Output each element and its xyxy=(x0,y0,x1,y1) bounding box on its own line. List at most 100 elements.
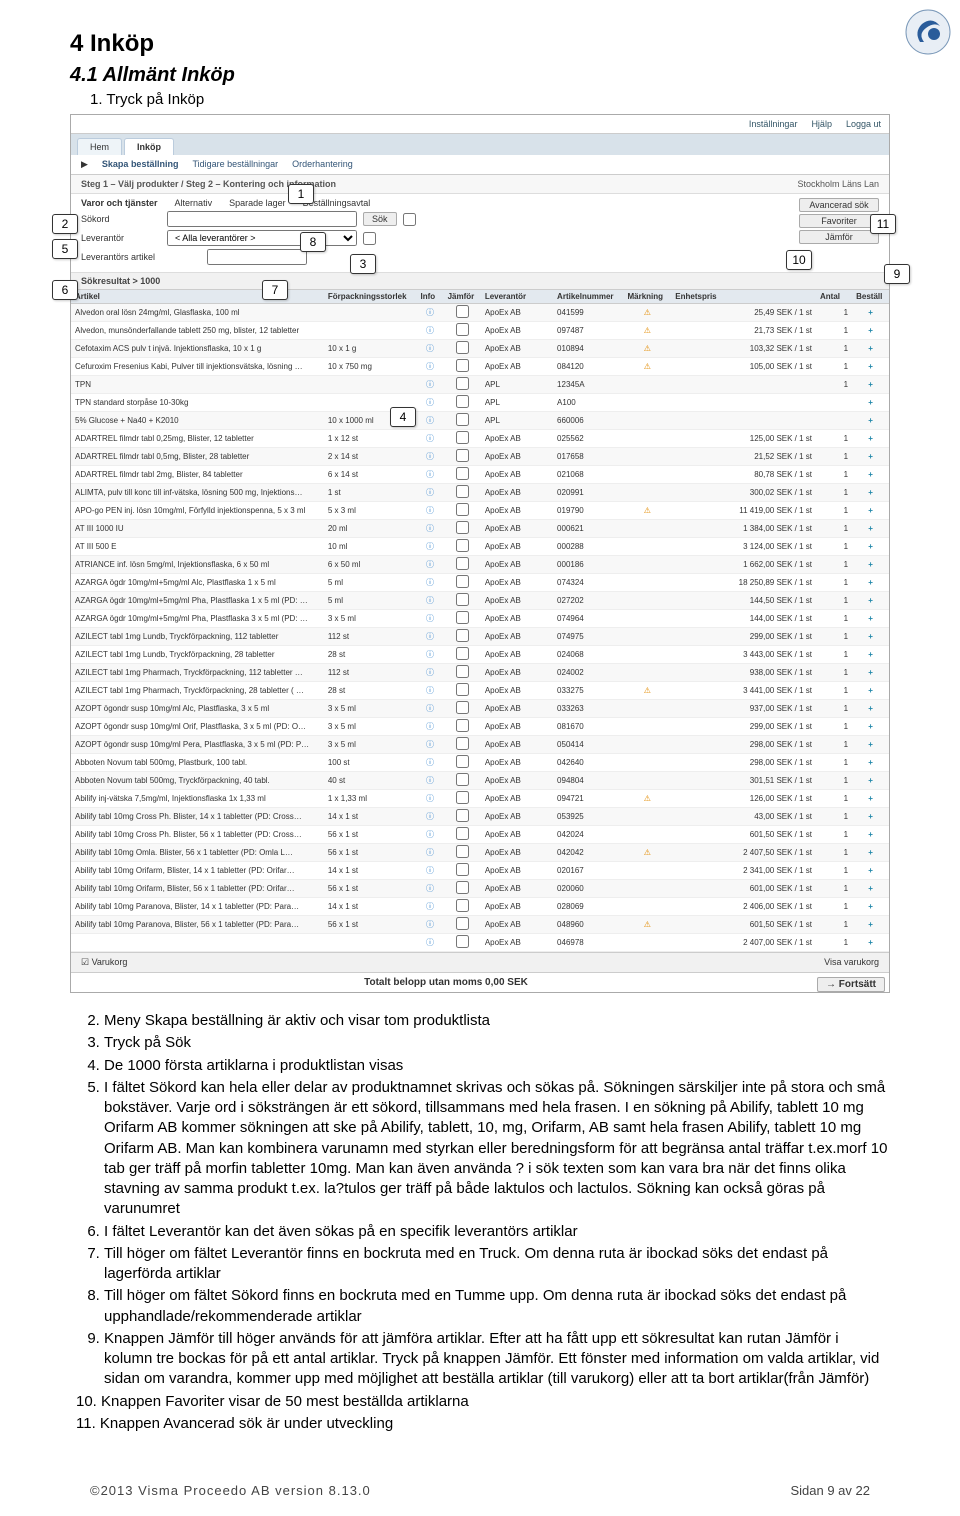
add-icon[interactable]: + xyxy=(852,898,889,916)
compare-checkbox[interactable] xyxy=(456,593,469,606)
table-row[interactable]: AZILECT tabl 1mg Pharmach, Tryckförpackn… xyxy=(71,682,889,700)
table-row[interactable]: AZOPT ögondr susp 10mg/ml Pera, Plastfla… xyxy=(71,736,889,754)
help-link[interactable]: Hjälp xyxy=(811,119,832,129)
add-icon[interactable]: + xyxy=(852,880,889,898)
compare-checkbox[interactable] xyxy=(456,791,469,804)
info-icon[interactable]: ⓘ xyxy=(426,488,434,497)
info-icon[interactable]: ⓘ xyxy=(426,452,434,461)
supplier-article-input[interactable] xyxy=(207,249,307,265)
compare-checkbox[interactable] xyxy=(456,827,469,840)
table-row[interactable]: AZARGA ögdr 10mg/ml+5mg/ml Pha, Plastfla… xyxy=(71,610,889,628)
compare-button[interactable]: Jämför xyxy=(799,230,879,244)
table-row[interactable]: Abboten Novum tabl 500mg, Plastburk, 100… xyxy=(71,754,889,772)
th-unitprice[interactable]: Enhetspris xyxy=(671,290,725,304)
table-row[interactable]: Abilify tabl 10mg Cross Ph. Blister, 56 … xyxy=(71,826,889,844)
search-button[interactable]: Sök xyxy=(363,212,397,226)
info-icon[interactable]: ⓘ xyxy=(426,470,434,479)
add-icon[interactable]: + xyxy=(852,304,889,322)
info-icon[interactable]: ⓘ xyxy=(426,416,434,425)
table-row[interactable]: Abilify tabl 10mg Paranova, Blister, 14 … xyxy=(71,898,889,916)
add-icon[interactable]: + xyxy=(852,754,889,772)
compare-checkbox[interactable] xyxy=(456,431,469,444)
info-icon[interactable]: ⓘ xyxy=(426,758,434,767)
compare-checkbox[interactable] xyxy=(456,485,469,498)
compare-checkbox[interactable] xyxy=(456,341,469,354)
table-row[interactable]: Abilify tabl 10mg Orifarm, Blister, 14 x… xyxy=(71,862,889,880)
cart-label[interactable]: Varukorg xyxy=(92,957,128,967)
info-icon[interactable]: ⓘ xyxy=(426,776,434,785)
info-icon[interactable]: ⓘ xyxy=(426,884,434,893)
settings-link[interactable]: Inställningar xyxy=(749,119,798,129)
compare-checkbox[interactable] xyxy=(456,323,469,336)
favorites-button[interactable]: Favoriter xyxy=(799,214,879,228)
table-row[interactable]: Abilify tabl 10mg Omla. Blister, 56 x 1 … xyxy=(71,844,889,862)
table-row[interactable]: Abboten Novum tabl 500mg, Tryckförpackni… xyxy=(71,772,889,790)
truck-checkbox[interactable] xyxy=(363,232,376,245)
add-icon[interactable]: + xyxy=(852,556,889,574)
info-icon[interactable]: ⓘ xyxy=(426,434,434,443)
table-row[interactable]: ⓘApoEx AB0469782 407,00 SEK / 1 st1+ xyxy=(71,934,889,952)
add-icon[interactable]: + xyxy=(852,700,889,718)
info-icon[interactable]: ⓘ xyxy=(426,380,434,389)
add-icon[interactable]: + xyxy=(852,916,889,934)
goods-tab[interactable]: Varor och tjänster xyxy=(81,198,158,208)
table-row[interactable]: Cefuroxim Fresenius Kabi, Pulver till in… xyxy=(71,358,889,376)
add-icon[interactable]: + xyxy=(852,592,889,610)
info-icon[interactable]: ⓘ xyxy=(426,866,434,875)
show-cart-link[interactable]: Visa varukorg xyxy=(824,957,879,968)
compare-checkbox[interactable] xyxy=(456,863,469,876)
add-icon[interactable]: + xyxy=(852,934,889,952)
add-icon[interactable]: + xyxy=(852,772,889,790)
add-icon[interactable]: + xyxy=(852,376,889,394)
info-icon[interactable]: ⓘ xyxy=(426,362,434,371)
table-row[interactable]: Abilify tabl 10mg Cross Ph. Blister, 14 … xyxy=(71,808,889,826)
add-icon[interactable]: + xyxy=(852,664,889,682)
table-row[interactable]: 5% Glucose + Na40 + K201010 x 1000 mlⓘAP… xyxy=(71,412,889,430)
info-icon[interactable]: ⓘ xyxy=(426,596,434,605)
add-icon[interactable]: + xyxy=(852,520,889,538)
th-qty[interactable]: Antal xyxy=(816,290,852,304)
add-icon[interactable]: + xyxy=(852,646,889,664)
info-icon[interactable]: ⓘ xyxy=(426,848,434,857)
alternative-tab[interactable]: Alternativ xyxy=(175,198,213,208)
add-icon[interactable]: + xyxy=(852,736,889,754)
compare-checkbox[interactable] xyxy=(456,845,469,858)
add-icon[interactable]: + xyxy=(852,430,889,448)
table-row[interactable]: ALIMTA, pulv till konc till inf-vätska, … xyxy=(71,484,889,502)
add-icon[interactable]: + xyxy=(852,340,889,358)
compare-checkbox[interactable] xyxy=(456,449,469,462)
table-row[interactable]: Alvedon oral lösn 24mg/ml, Glasflaska, 1… xyxy=(71,304,889,322)
supplier-select[interactable]: < Alla leverantörer > xyxy=(167,230,357,246)
info-icon[interactable]: ⓘ xyxy=(426,344,434,353)
table-row[interactable]: ADARTREL filmdr tabl 2mg, Blister, 84 ta… xyxy=(71,466,889,484)
info-icon[interactable]: ⓘ xyxy=(426,542,434,551)
subtab-tidigare[interactable]: Tidigare beställningar xyxy=(192,159,278,170)
info-icon[interactable]: ⓘ xyxy=(426,308,434,317)
compare-checkbox[interactable] xyxy=(456,701,469,714)
info-icon[interactable]: ⓘ xyxy=(426,614,434,623)
add-icon[interactable]: + xyxy=(852,826,889,844)
saved-tab[interactable]: Sparade lager xyxy=(229,198,286,208)
table-row[interactable]: AZARGA ögdr 10mg/ml+5mg/ml Alc, Plastfla… xyxy=(71,574,889,592)
continue-button[interactable]: → Fortsätt xyxy=(817,977,885,992)
th-compare[interactable]: Jämför xyxy=(444,290,481,304)
th-info[interactable]: Info xyxy=(417,290,444,304)
info-icon[interactable]: ⓘ xyxy=(426,578,434,587)
add-icon[interactable]: + xyxy=(852,448,889,466)
add-icon[interactable]: + xyxy=(852,610,889,628)
add-icon[interactable]: + xyxy=(852,322,889,340)
add-icon[interactable]: + xyxy=(852,808,889,826)
info-icon[interactable]: ⓘ xyxy=(426,398,434,407)
table-row[interactable]: ATRIANCE inf. lösn 5mg/ml, Injektionsfla… xyxy=(71,556,889,574)
add-icon[interactable]: + xyxy=(852,466,889,484)
compare-checkbox[interactable] xyxy=(456,521,469,534)
info-icon[interactable]: ⓘ xyxy=(426,632,434,641)
table-row[interactable]: APO-go PEN inj. lösn 10mg/ml, Förfylld i… xyxy=(71,502,889,520)
compare-checkbox[interactable] xyxy=(456,539,469,552)
info-icon[interactable]: ⓘ xyxy=(426,920,434,929)
th-pack[interactable]: Förpackningsstorlek xyxy=(324,290,417,304)
compare-checkbox[interactable] xyxy=(456,611,469,624)
info-icon[interactable]: ⓘ xyxy=(426,506,434,515)
th-artnum[interactable]: Artikelnummer xyxy=(553,290,623,304)
table-row[interactable]: Abilify tabl 10mg Orifarm, Blister, 56 x… xyxy=(71,880,889,898)
